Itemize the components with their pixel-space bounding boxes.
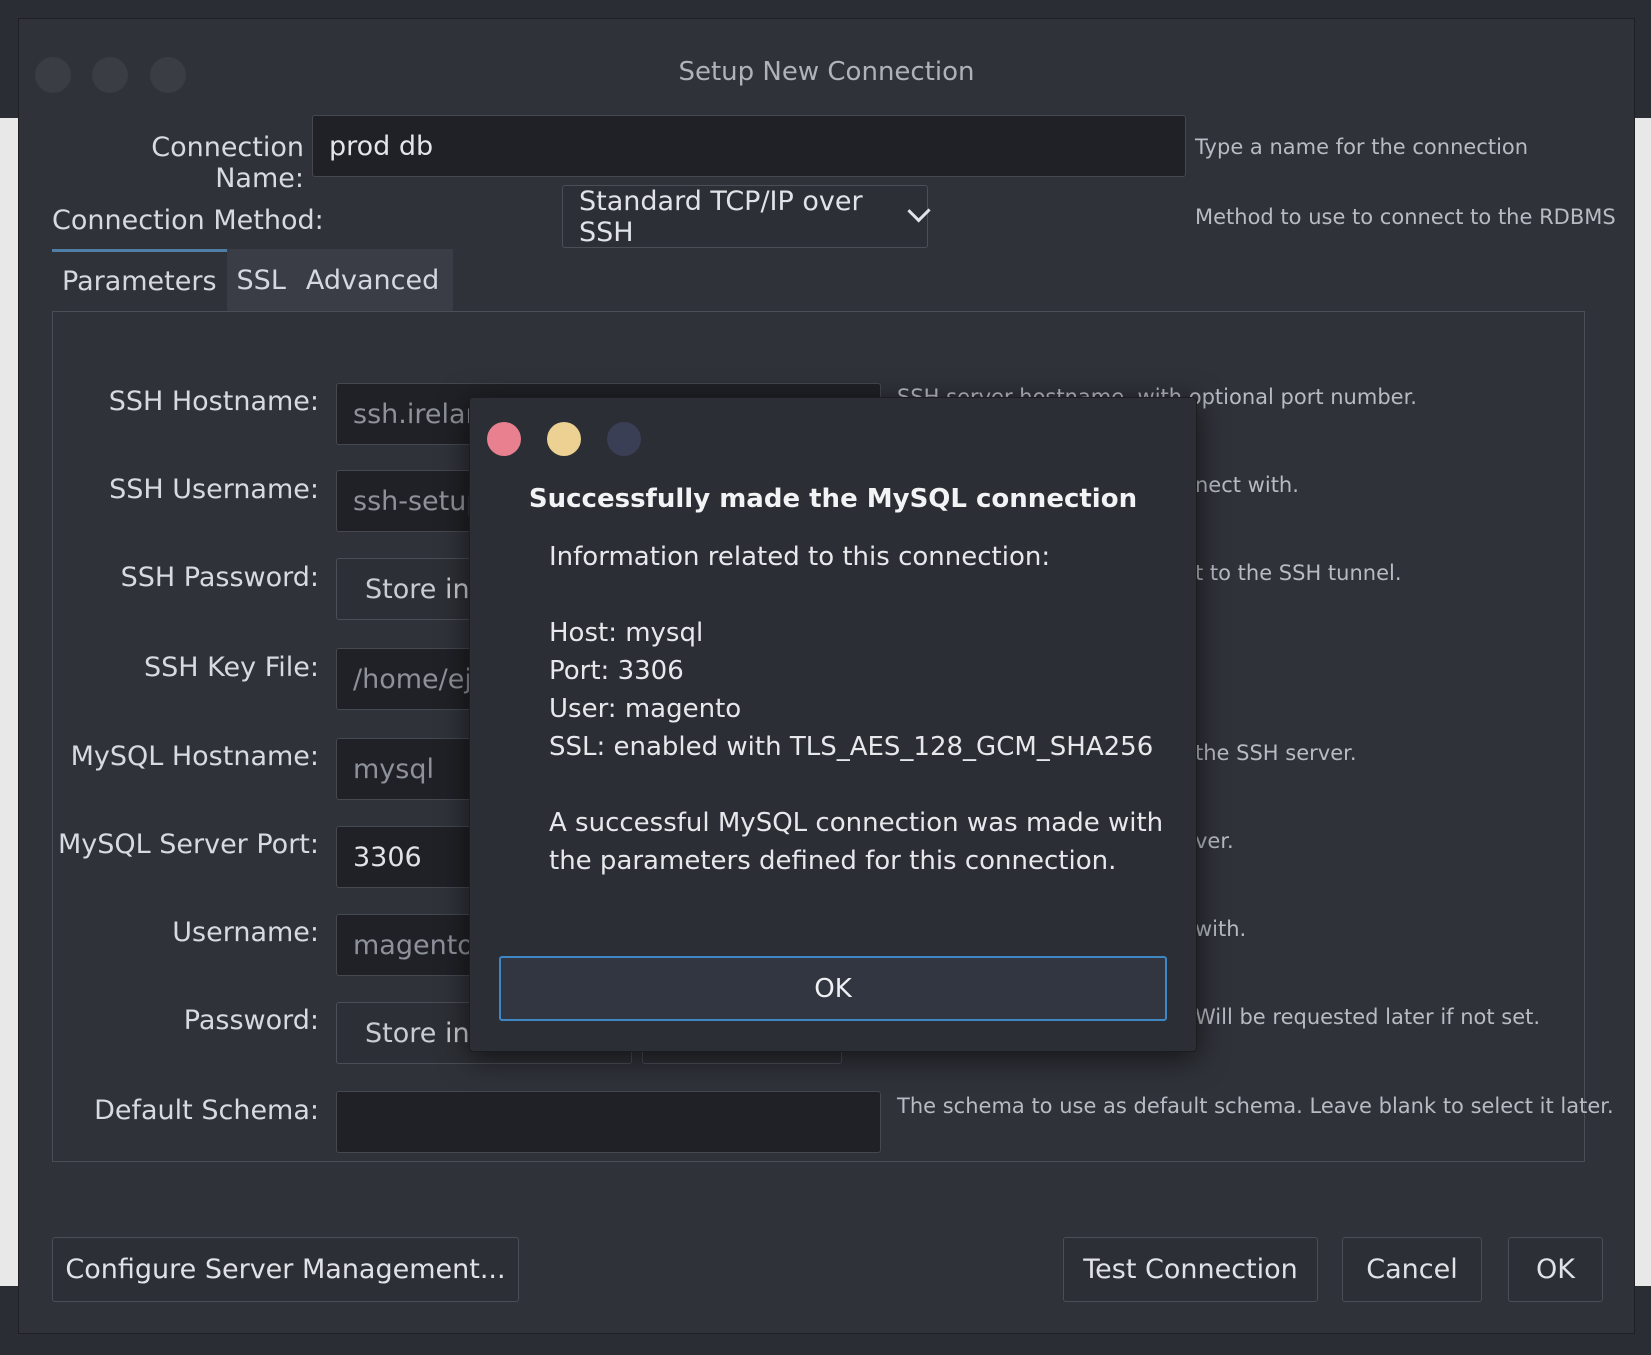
connection-method-select[interactable]: Standard TCP/IP over SSH <box>562 185 931 248</box>
modal-host-text: Host: mysql <box>549 618 704 648</box>
default-schema-label: Default Schema: <box>94 1095 319 1126</box>
default-schema-input[interactable] <box>336 1091 881 1153</box>
connection-method-value: Standard TCP/IP over SSH <box>579 185 863 248</box>
configure-server-management-button[interactable]: Configure Server Management... <box>52 1237 519 1302</box>
password-label: Password: <box>183 1005 319 1036</box>
ssh-hostname-label: SSH Hostname: <box>108 386 319 417</box>
modal-user-text: User: magento <box>549 694 742 724</box>
test-connection-button[interactable]: Test Connection <box>1063 1237 1318 1302</box>
ok-button[interactable]: OK <box>1508 1237 1603 1302</box>
ssh-password-hint: t to the SSH tunnel. <box>1195 561 1402 585</box>
modal-close-icon[interactable] <box>487 422 521 456</box>
ssh-key-file-label: SSH Key File: <box>144 652 319 683</box>
modal-message-line2: the parameters defined for this connecti… <box>549 846 1117 876</box>
modal-intro-text: Information related to this connection: <box>549 542 1051 572</box>
tab-ssl[interactable]: SSL <box>226 249 296 311</box>
modal-message-line1: A successful MySQL connection was made w… <box>549 808 1164 838</box>
modal-ssl-text: SSL: enabled with TLS_AES_128_GCM_SHA256 <box>549 732 1154 762</box>
password-hint: Will be requested later if not set. <box>1195 1005 1541 1029</box>
tab-bar: Parameters SSL Advanced <box>52 249 454 311</box>
tab-parameters[interactable]: Parameters <box>52 249 227 311</box>
mysql-hostname-label: MySQL Hostname: <box>70 741 319 772</box>
connection-name-label: Connection Name: <box>151 132 304 194</box>
modal-ok-button[interactable]: OK <box>499 956 1167 1021</box>
default-schema-hint: The schema to use as default schema. Lea… <box>897 1094 1614 1118</box>
modal-minimize-icon[interactable] <box>547 422 581 456</box>
mysql-port-label: MySQL Server Port: <box>57 829 319 860</box>
mysql-port-hint: ver. <box>1195 829 1234 853</box>
connection-method-hint: Method to use to connect to the RDBMS <box>1195 205 1616 229</box>
connection-name-hint: Type a name for the connection <box>1195 135 1529 159</box>
connection-method-label: Connection Method: <box>52 205 324 236</box>
username-hint: with. <box>1195 917 1247 941</box>
tab-advanced[interactable]: Advanced <box>295 249 454 311</box>
background-window-right-edge <box>1633 118 1651 1286</box>
background-window-left-edge <box>0 118 20 1286</box>
modal-title: Successfully made the MySQL connection <box>528 484 1138 514</box>
modal-maximize-icon[interactable] <box>607 422 641 456</box>
cancel-button[interactable]: Cancel <box>1342 1237 1482 1302</box>
connection-name-input[interactable]: prod db <box>312 115 1186 177</box>
username-label: Username: <box>172 917 319 948</box>
chevron-down-icon <box>907 199 931 223</box>
mysql-hostname-hint: the SSH server. <box>1195 741 1357 765</box>
ssh-username-hint: nect with. <box>1195 473 1299 497</box>
dialog-title: Setup New Connection <box>678 57 975 87</box>
success-modal: Successfully made the MySQL connection I… <box>469 397 1197 1052</box>
modal-port-text: Port: 3306 <box>549 656 684 686</box>
ssh-username-label: SSH Username: <box>109 474 319 505</box>
ssh-password-label: SSH Password: <box>120 562 319 593</box>
